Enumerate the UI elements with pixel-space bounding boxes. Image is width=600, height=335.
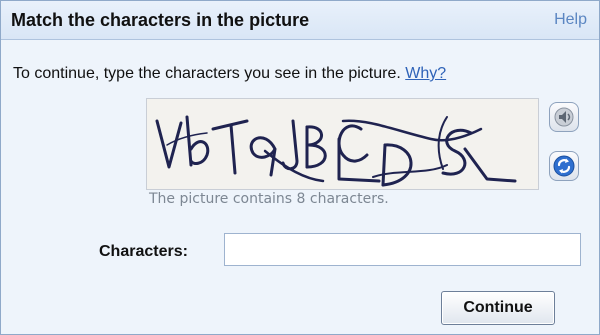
- refresh-captcha-button[interactable]: [549, 151, 579, 181]
- refresh-icon: [553, 155, 575, 177]
- captcha-hint: The picture contains 8 characters.: [149, 191, 389, 207]
- help-link[interactable]: Help: [554, 11, 587, 29]
- characters-input[interactable]: [224, 233, 581, 266]
- captcha-dialog: Match the characters in the picture Help…: [0, 0, 600, 335]
- dialog-title: Match the characters in the picture: [11, 10, 310, 30]
- speaker-icon: [554, 107, 574, 127]
- instruction-label: To continue, type the characters you see…: [13, 65, 406, 82]
- characters-label: Characters:: [99, 243, 188, 260]
- dialog-header: Match the characters in the picture Help: [1, 1, 599, 40]
- audio-captcha-button[interactable]: [549, 102, 579, 132]
- captcha-image: [146, 98, 539, 190]
- instruction-text: To continue, type the characters you see…: [13, 65, 446, 83]
- captcha-distorted-text-image: [155, 115, 517, 187]
- continue-button[interactable]: Continue: [441, 291, 555, 325]
- why-link[interactable]: Why?: [405, 65, 446, 82]
